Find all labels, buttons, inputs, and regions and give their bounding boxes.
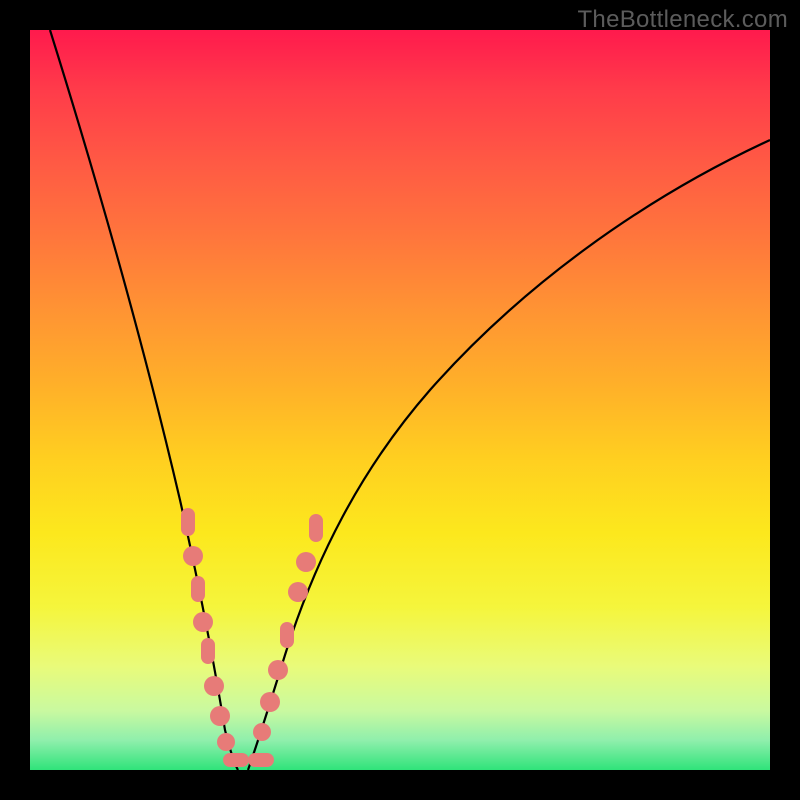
bead <box>280 622 294 648</box>
bead <box>309 514 323 542</box>
bead <box>223 753 249 767</box>
bead <box>253 723 271 741</box>
bead <box>191 576 205 602</box>
bead <box>181 508 195 536</box>
bead <box>201 638 215 664</box>
bead <box>248 753 274 767</box>
beads-bottom <box>223 753 274 767</box>
bead <box>260 692 280 712</box>
outer-frame: TheBottleneck.com <box>0 0 800 800</box>
curve-layer <box>30 30 770 770</box>
bead <box>210 706 230 726</box>
bead <box>193 612 213 632</box>
bead <box>204 676 224 696</box>
plot-area <box>30 30 770 770</box>
curve-right-arm <box>248 140 770 770</box>
bead <box>268 660 288 680</box>
bead <box>296 552 316 572</box>
bead <box>217 733 235 751</box>
beads-right-arm <box>253 514 323 741</box>
bead <box>183 546 203 566</box>
bead <box>288 582 308 602</box>
